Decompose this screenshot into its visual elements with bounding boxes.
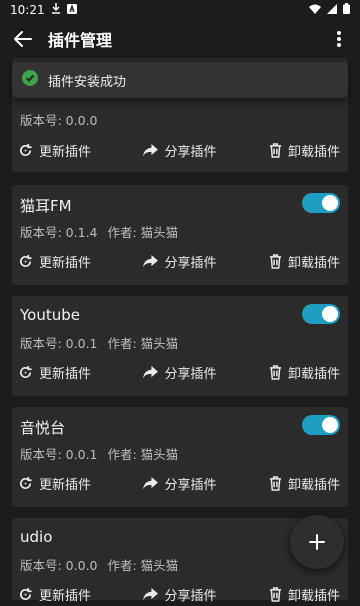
plugin-card: Youtube 版本号: 0.0.1 作者: 猫头猫 更新插件 分享插件 卸载插件: [12, 296, 348, 396]
update-plugin-button[interactable]: 更新插件: [18, 252, 91, 271]
plugin-meta: 版本号: 0.0.1 作者: 猫头猫: [20, 444, 178, 463]
share-plugin-button[interactable]: 分享插件: [143, 141, 217, 160]
plugin-actions: 更新插件 分享插件 卸载插件: [12, 249, 348, 273]
share-plugin-button[interactable]: 分享插件: [143, 474, 217, 493]
trash-icon: [269, 364, 282, 380]
wifi-icon: [309, 3, 321, 17]
plugin-author: 作者: 猫头猫: [107, 336, 179, 351]
plugin-enable-toggle[interactable]: [302, 304, 340, 324]
plugin-version: 版本号: 0.0.0: [20, 558, 98, 573]
plugin-version: 版本号: 0.0.1: [20, 447, 98, 462]
plugin-author: 作者: 猫头猫: [107, 447, 179, 462]
more-vert-icon[interactable]: [326, 26, 352, 52]
plugin-version: 版本号: 0.0.0: [20, 113, 98, 128]
update-plugin-button[interactable]: 更新插件: [18, 474, 91, 493]
plugin-enable-toggle[interactable]: [302, 193, 340, 213]
update-plugin-button[interactable]: 更新插件: [18, 363, 91, 382]
plugin-name: Youtube: [20, 306, 80, 324]
share-icon: [143, 587, 159, 601]
share-plugin-button[interactable]: 分享插件: [143, 363, 217, 382]
notification-a-icon: [66, 3, 77, 17]
plugin-card: 音悦台 版本号: 0.0.1 作者: 猫头猫 更新插件 分享插件 卸载插件: [12, 407, 348, 507]
plugin-enable-toggle[interactable]: [302, 415, 340, 435]
plugin-meta: 版本号: 0.1.4 作者: 猫头猫: [20, 222, 178, 241]
plugin-meta: 版本号: 0.0.1 作者: 猫头猫: [20, 333, 178, 352]
app-bar: 插件管理: [0, 20, 360, 58]
share-plugin-button[interactable]: 分享插件: [143, 585, 217, 604]
trash-icon: [269, 253, 282, 269]
uninstall-plugin-button[interactable]: 卸载插件: [269, 585, 340, 604]
signal-icon: [327, 3, 337, 17]
toggle-knob: [322, 306, 338, 322]
status-bar: 10:21: [0, 0, 360, 20]
check-circle-icon: [22, 70, 38, 90]
uninstall-plugin-button[interactable]: 卸载插件: [269, 252, 340, 271]
uninstall-plugin-button[interactable]: 卸载插件: [269, 474, 340, 493]
refresh-icon: [19, 143, 32, 156]
uninstall-plugin-button[interactable]: 卸载插件: [269, 141, 340, 160]
success-toast: 插件安装成功: [12, 62, 348, 98]
plugin-actions: 更新插件 分享插件 卸载插件: [12, 138, 348, 162]
page-title: 插件管理: [48, 31, 113, 50]
toggle-knob: [322, 195, 338, 211]
share-plugin-button[interactable]: 分享插件: [143, 252, 217, 271]
refresh-icon: [19, 476, 32, 489]
plugin-version: 版本号: 0.1.4: [20, 225, 98, 240]
share-icon: [143, 254, 159, 268]
trash-icon: [269, 142, 282, 158]
plugin-name: 猫耳FM: [20, 197, 72, 215]
plus-icon: [309, 534, 325, 550]
toggle-knob: [322, 417, 338, 433]
plugin-author: 作者: 猫头猫: [107, 558, 179, 573]
add-plugin-button[interactable]: [290, 515, 344, 569]
uninstall-plugin-button[interactable]: 卸载插件: [269, 363, 340, 382]
plugin-actions: 更新插件 分享插件 卸载插件: [12, 471, 348, 495]
status-time: 10:21: [10, 3, 45, 17]
trash-icon: [269, 586, 282, 602]
update-plugin-button[interactable]: 更新插件: [18, 585, 91, 604]
share-icon: [143, 143, 159, 157]
share-icon: [143, 476, 159, 490]
plugin-meta: 版本号: 0.0.0 作者: 猫头猫: [20, 555, 178, 574]
back-arrow-icon[interactable]: [10, 26, 36, 52]
plugin-version: 版本号: 0.0.1: [20, 336, 98, 351]
plugin-name: 音悦台: [20, 419, 66, 437]
refresh-icon: [19, 365, 32, 378]
trash-icon: [269, 475, 282, 491]
refresh-icon: [19, 254, 32, 267]
update-plugin-button[interactable]: 更新插件: [18, 141, 91, 160]
plugin-actions: 更新插件 分享插件 卸载插件: [12, 582, 348, 606]
share-icon: [143, 365, 159, 379]
plugin-card: 猫耳FM 版本号: 0.1.4 作者: 猫头猫 更新插件 分享插件 卸载插件: [12, 185, 348, 285]
battery-icon: [343, 3, 350, 17]
plugin-actions: 更新插件 分享插件 卸载插件: [12, 360, 348, 384]
refresh-icon: [19, 587, 32, 600]
plugin-name: udio: [20, 528, 53, 546]
download-icon: [51, 3, 61, 17]
plugin-author: 作者: 猫头猫: [107, 225, 179, 240]
toast-message: 插件安装成功: [48, 74, 127, 90]
